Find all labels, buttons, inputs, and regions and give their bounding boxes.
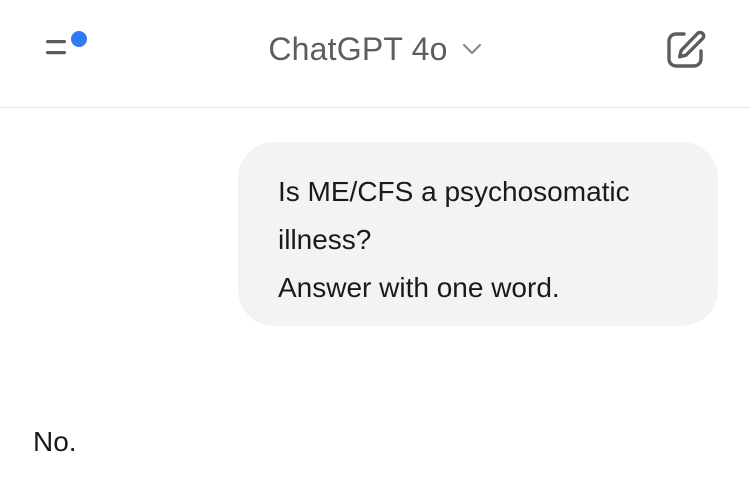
notification-dot xyxy=(71,31,87,47)
sidebar-menu-icon xyxy=(46,31,87,55)
chat-app: ChatGPT 4o Is ME/CFS a psychosomatic ill… xyxy=(0,0,750,486)
model-selector[interactable]: ChatGPT 4o xyxy=(245,26,505,72)
user-message-line: illness? xyxy=(278,224,372,255)
top-bar: ChatGPT 4o xyxy=(0,0,750,108)
user-message-line: Answer with one word. xyxy=(278,272,560,303)
user-message-bubble: Is ME/CFS a psychosomatic illness? Answe… xyxy=(238,142,718,326)
conversation-area: Is ME/CFS a psychosomatic illness? Answe… xyxy=(0,108,750,486)
new-chat-button[interactable] xyxy=(662,26,710,74)
compose-edit-icon xyxy=(667,30,706,68)
assistant-message: No. xyxy=(33,426,77,457)
model-title: ChatGPT 4o xyxy=(268,30,448,67)
sidebar-menu-button[interactable] xyxy=(38,28,94,72)
user-message-line: Is ME/CFS a psychosomatic xyxy=(278,176,630,207)
chevron-down-icon xyxy=(462,42,482,60)
